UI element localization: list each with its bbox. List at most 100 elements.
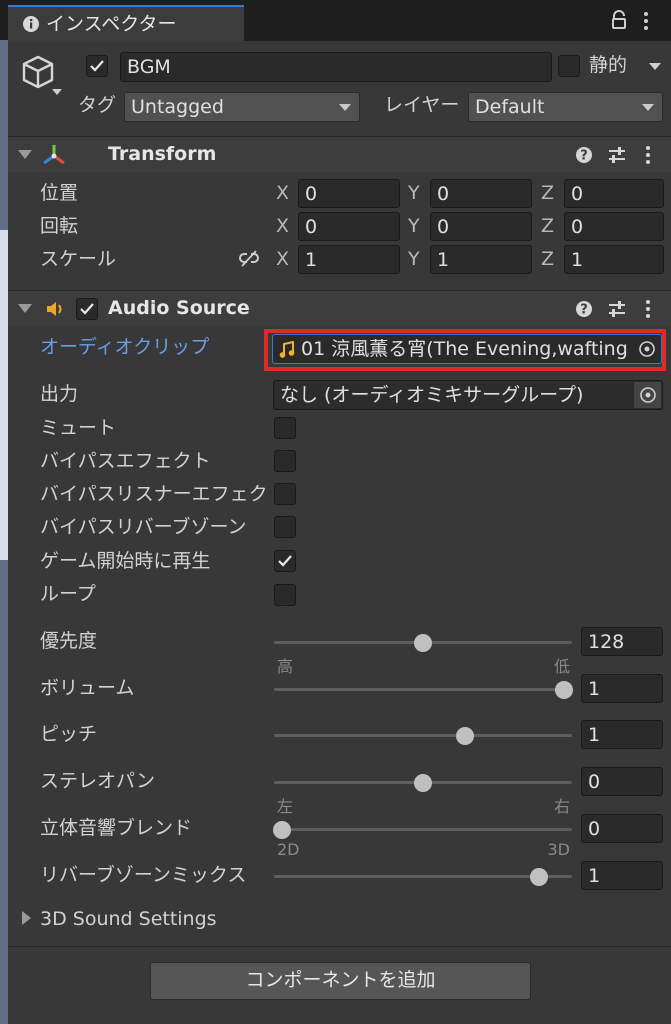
- kebab-menu-icon[interactable]: [645, 145, 651, 165]
- axis-label-z[interactable]: Z: [541, 184, 554, 203]
- audio-clip-field[interactable]: 01 涼風薫る宵(The Evening,wafting: [272, 334, 662, 364]
- spatial-blend-slider-handle[interactable]: [273, 821, 291, 839]
- slider-min-label: 2D: [277, 840, 300, 859]
- play-on-awake-checkbox[interactable]: [274, 550, 296, 572]
- row-label: 回転: [40, 215, 79, 237]
- stereo-pan-slider-handle[interactable]: [414, 774, 432, 792]
- output-label: 出力: [40, 383, 79, 405]
- spatial-blend-slider-track[interactable]: [274, 828, 572, 831]
- output-field[interactable]: なし (オーディオミキサーグループ): [273, 380, 663, 410]
- volume-slider-track[interactable]: [274, 688, 572, 691]
- stereo-pan-value-input[interactable]: 0: [581, 767, 663, 796]
- priority-value-input[interactable]: 128: [581, 627, 663, 656]
- kebab-menu-icon[interactable]: [643, 11, 649, 31]
- axis-label-x[interactable]: X: [276, 250, 289, 269]
- position-y-input[interactable]: 0: [430, 179, 532, 208]
- transform-title: Transform: [108, 143, 217, 165]
- add-component-button[interactable]: コンポーネントを追加: [150, 962, 531, 1000]
- foldout-arrow-icon[interactable]: [18, 304, 32, 313]
- bypass-effects-checkbox[interactable]: [274, 450, 296, 472]
- preset-sliders-icon[interactable]: [607, 145, 627, 165]
- tab-title: インスペクター: [46, 13, 177, 35]
- scale-y-input[interactable]: 1: [430, 245, 532, 274]
- slider-label: ステレオパン: [40, 770, 155, 792]
- priority-slider-handle[interactable]: [414, 634, 432, 652]
- reverb-zone-mix-value-input[interactable]: 1: [581, 861, 663, 890]
- icon-dropdown-caret[interactable]: [52, 89, 62, 95]
- transform-header[interactable]: Transform ?: [8, 136, 671, 172]
- rotation-z-input[interactable]: 0: [564, 212, 664, 241]
- tag-dropdown[interactable]: Untagged: [124, 92, 360, 122]
- row-label: 位置: [40, 182, 79, 204]
- loop-checkbox[interactable]: [274, 584, 296, 606]
- rotation-x-input[interactable]: 0: [298, 212, 400, 241]
- axis-label-y[interactable]: Y: [408, 184, 420, 203]
- volume-slider-handle[interactable]: [555, 681, 573, 699]
- layer-dropdown[interactable]: Default: [468, 92, 663, 122]
- audio-source-title: Audio Source: [108, 297, 250, 319]
- axis-label-y[interactable]: Y: [408, 250, 420, 269]
- gameobject-cube-icon[interactable]: [20, 54, 56, 92]
- target-icon: [640, 387, 656, 403]
- inspector-tab[interactable]: インスペクター: [8, 5, 244, 41]
- svg-text:?: ?: [580, 303, 588, 318]
- checkmark-icon: [80, 303, 94, 315]
- inspector-window: インスペクター BGM 静的 タグ Untagged レイヤー Default …: [0, 0, 671, 1024]
- rotation-y-input[interactable]: 0: [430, 212, 532, 241]
- static-label: 静的: [589, 54, 628, 76]
- reverb-zone-mix-slider-handle[interactable]: [529, 868, 548, 886]
- slider-label: リバーブゾーンミックス: [40, 864, 247, 886]
- mute-checkbox[interactable]: [274, 417, 296, 439]
- scale-z-input[interactable]: 1: [564, 245, 664, 274]
- object-picker-button[interactable]: [634, 336, 660, 362]
- axis-label-z[interactable]: Z: [541, 217, 554, 236]
- toggle-label: ゲーム開始時に再生: [40, 550, 211, 572]
- reverb-zone-mix-slider-track[interactable]: [274, 875, 572, 878]
- audio-clip-label: オーディオクリップ: [40, 336, 210, 358]
- static-checkbox[interactable]: [558, 55, 580, 77]
- axis-label-z[interactable]: Z: [541, 250, 554, 269]
- pitch-slider-track[interactable]: [274, 734, 572, 737]
- axis-label-y[interactable]: Y: [408, 217, 420, 236]
- foldout-arrow-icon[interactable]: [22, 911, 31, 925]
- bypass-listener-effects-checkbox[interactable]: [274, 483, 296, 505]
- kebab-menu-icon[interactable]: [645, 299, 651, 319]
- scale-x-input[interactable]: 1: [298, 245, 400, 274]
- static-dropdown-caret[interactable]: [649, 63, 661, 70]
- preset-sliders-icon[interactable]: [607, 299, 627, 319]
- slider-min-label: 高: [277, 657, 294, 676]
- position-z-input[interactable]: 0: [564, 179, 664, 208]
- foldout-arrow-icon[interactable]: [18, 150, 32, 159]
- lock-icon[interactable]: [610, 10, 628, 30]
- gameobject-active-checkbox[interactable]: [86, 55, 108, 77]
- audio-clip-value: 01 涼風薫る宵(The Evening,wafting: [301, 338, 628, 360]
- gameobject-name-input[interactable]: BGM: [120, 52, 552, 82]
- volume-value-input[interactable]: 1: [581, 674, 663, 703]
- position-x-input[interactable]: 0: [298, 179, 400, 208]
- pitch-value-input[interactable]: 1: [581, 720, 663, 749]
- slider-max-label: 3D: [547, 840, 571, 859]
- help-icon[interactable]: ?: [575, 300, 593, 318]
- checkmark-icon: [278, 555, 292, 567]
- tag-label: タグ: [78, 94, 117, 116]
- bypass-reverb-zones-checkbox[interactable]: [274, 516, 296, 538]
- toggle-label: バイパスリスナーエフェク: [40, 485, 268, 504]
- unlink-scale-icon[interactable]: [238, 249, 260, 269]
- object-picker-button[interactable]: [634, 382, 661, 408]
- slider-label: 立体音響ブレンド: [40, 817, 193, 839]
- slider-max-label: 右: [553, 797, 570, 816]
- audio-source-enabled-checkbox[interactable]: [76, 298, 98, 320]
- axis-label-x[interactable]: X: [276, 217, 289, 236]
- toggle-label: バイパスリバーブゾーン: [40, 516, 247, 538]
- axis-label-x[interactable]: X: [276, 184, 289, 203]
- spatial-blend-value-input[interactable]: 0: [581, 814, 663, 843]
- checkmark-icon: [90, 60, 104, 72]
- toggle-label: バイパスエフェクト: [40, 450, 211, 472]
- help-icon[interactable]: ?: [575, 146, 593, 164]
- chevron-down-icon: [339, 104, 351, 111]
- slider-min-label: 左: [277, 797, 294, 816]
- 3d-sound-settings-foldout[interactable]: 3D Sound Settings: [40, 910, 217, 929]
- audio-source-header[interactable]: Audio Source ?: [8, 290, 671, 326]
- info-icon: [23, 16, 39, 32]
- background-strip-light: [0, 230, 8, 560]
